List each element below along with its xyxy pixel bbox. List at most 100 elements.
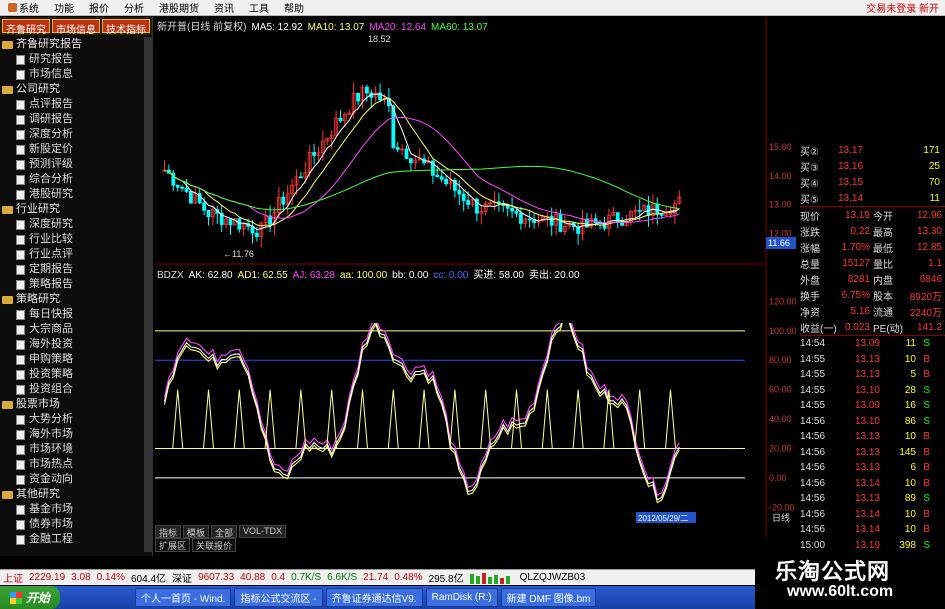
cy-index-amount: 295.8亿 — [428, 574, 464, 585]
trade-time: 14:55 — [800, 353, 826, 365]
tab-qilu-research[interactable]: 齐鲁研究 — [2, 19, 50, 36]
menu-analysis[interactable]: 分析 — [116, 0, 151, 15]
tree-item[interactable]: 海外市场 — [0, 427, 152, 442]
tree-item[interactable]: 大势分析 — [0, 412, 152, 427]
trade-row: 14:56 13.13 10 B — [800, 429, 945, 445]
tree-item[interactable]: 行业比较 — [0, 232, 152, 247]
tree-item[interactable]: 债券市场 — [0, 517, 152, 532]
menu-hk-futures[interactable]: 港股期货 — [151, 0, 206, 15]
tree-item[interactable]: 投资策略 — [0, 367, 152, 382]
tree-item[interactable]: 每日快报 — [0, 307, 152, 322]
stat-label: 流通 — [873, 307, 893, 319]
task-bitmap[interactable]: 新建 DMF 图像.bm — [500, 588, 597, 607]
sidebar-scrollbar[interactable] — [144, 37, 152, 552]
tree-item[interactable]: 市场环境 — [0, 442, 152, 457]
tree-item[interactable]: 深度研究 — [0, 217, 152, 232]
trade-side: B — [923, 524, 930, 536]
date-tag-text: 2012/05/29/二 — [638, 514, 688, 523]
menu-info[interactable]: 资讯 — [206, 0, 241, 15]
main-item: 新开普(日线 前复权) — [157, 22, 247, 33]
start-button[interactable]: 开始 — [0, 586, 61, 609]
tree-item[interactable]: 大宗商品 — [0, 322, 152, 337]
trade-volume: 145 — [899, 446, 916, 458]
tab-market-info[interactable]: 市场信息 — [52, 19, 100, 36]
sh-index-amount: 604.4亿 — [130, 574, 167, 585]
tree-item[interactable]: 预测评级 — [0, 157, 152, 172]
indicator-item: AK: 62.80 — [188, 270, 233, 281]
task-ramdisk[interactable]: RamDisk (R:) — [425, 588, 498, 607]
stat-label: 今开 — [873, 211, 893, 223]
menu-function[interactable]: 功能 — [46, 0, 81, 15]
tree-item[interactable]: 行业点评 — [0, 247, 152, 262]
candle-body — [255, 232, 259, 238]
tree-label: 投资组合 — [29, 383, 73, 395]
tree-item[interactable]: 调研报告 — [0, 112, 152, 127]
tab-vol-tdx[interactable]: VOL-TDX — [239, 525, 287, 538]
tree-category[interactable]: 齐鲁研究报告 — [0, 37, 152, 52]
tree-item[interactable]: 综合分析 — [0, 172, 152, 187]
task-formula-forum[interactable]: 指标公式交流区 - — [234, 588, 323, 607]
menu-quote[interactable]: 报价 — [81, 0, 116, 15]
task-wind[interactable]: 个人一首页 - Wind. — [135, 588, 232, 607]
tree-item[interactable]: 研究报告 — [0, 52, 152, 67]
indicator-tabs: 指标 模板 全部 VOL-TDX — [155, 525, 765, 538]
menu-system[interactable]: 系统 — [0, 0, 46, 15]
trade-row: 14:56 13.13 145 B — [800, 445, 945, 461]
candle-body — [527, 218, 532, 221]
bid-label: 买② — [800, 146, 819, 158]
tree-category[interactable]: 其他研究 — [0, 487, 152, 502]
tree-item[interactable]: 市场信息 — [0, 67, 152, 82]
tree-category[interactable]: 策略研究 — [0, 292, 152, 307]
signal-spike — [172, 389, 184, 449]
tree-item[interactable]: 市场热点 — [0, 457, 152, 472]
tree-item[interactable]: 深度分析 — [0, 127, 152, 142]
tree-item[interactable]: 海外投资 — [0, 337, 152, 352]
bid-price: 13.14 — [838, 192, 864, 204]
tree-label: 深度研究 — [29, 218, 73, 230]
trade-side: S — [923, 400, 930, 412]
menu-tools[interactable]: 工具 — [241, 0, 276, 15]
trade-row: 14:56 13.13 89 S — [800, 491, 945, 507]
sz-index-change: 40.88 — [240, 572, 266, 583]
tab-all[interactable]: 全部 — [211, 525, 238, 538]
tab-tech-indicators[interactable]: 技术指标 — [102, 19, 150, 36]
tree-item[interactable]: 点评报告 — [0, 97, 152, 112]
trade-time: 14:54 — [800, 338, 826, 350]
stat-row: 涨幅 1.70% 最低 12.85 — [800, 239, 945, 255]
signal-spike — [634, 389, 646, 449]
tree-category[interactable]: 股票市场 — [0, 397, 152, 412]
document-icon — [16, 534, 25, 545]
trade-price: 13.13 — [854, 431, 880, 443]
document-icon — [16, 99, 25, 110]
tab-extension[interactable]: 扩展区 — [155, 538, 191, 552]
candle-body — [558, 213, 563, 232]
tree-item[interactable]: 金融工程 — [0, 532, 152, 547]
system-icon — [8, 3, 17, 12]
tree-item[interactable]: 策略报告 — [0, 277, 152, 292]
trade-volume: 6 — [910, 462, 916, 474]
tree-item[interactable]: 投资组合 — [0, 382, 152, 397]
login-status[interactable]: 交易未登录 新开 — [866, 0, 945, 15]
candle-body — [237, 218, 242, 230]
tree-label: 市场信息 — [29, 68, 73, 80]
bid-row: 买② 13.17 171 — [800, 142, 945, 158]
tree-item[interactable]: 申购策略 — [0, 352, 152, 367]
tree-item[interactable]: 港股研究 — [0, 187, 152, 202]
tree-item[interactable]: 定期报告 — [0, 262, 152, 277]
tab-related-quote[interactable]: 关联报价 — [192, 538, 237, 552]
sidebar-tabs: 齐鲁研究 市场信息 技术指标 — [0, 17, 152, 36]
signal-spike — [541, 389, 553, 449]
stat-row: 外盘 8281 内盘 6846 — [800, 271, 945, 287]
tree-item[interactable]: 资金动向 — [0, 472, 152, 487]
tree-item[interactable]: 基金市场 — [0, 502, 152, 517]
menu-help[interactable]: 帮助 — [276, 0, 311, 15]
trade-row: 14:55 13.13 10 B — [800, 352, 945, 368]
task-tdx[interactable]: 齐鲁证券通达信V9. — [325, 588, 423, 607]
candle-body — [439, 176, 444, 180]
tree-category[interactable]: 行业研究 — [0, 202, 152, 217]
tree-item[interactable]: 新股定价 — [0, 142, 152, 157]
ma60-line — [164, 165, 680, 211]
tab-template[interactable]: 模板 — [183, 525, 210, 538]
tree-category[interactable]: 公司研究 — [0, 82, 152, 97]
tab-indicator[interactable]: 指标 — [155, 525, 182, 538]
